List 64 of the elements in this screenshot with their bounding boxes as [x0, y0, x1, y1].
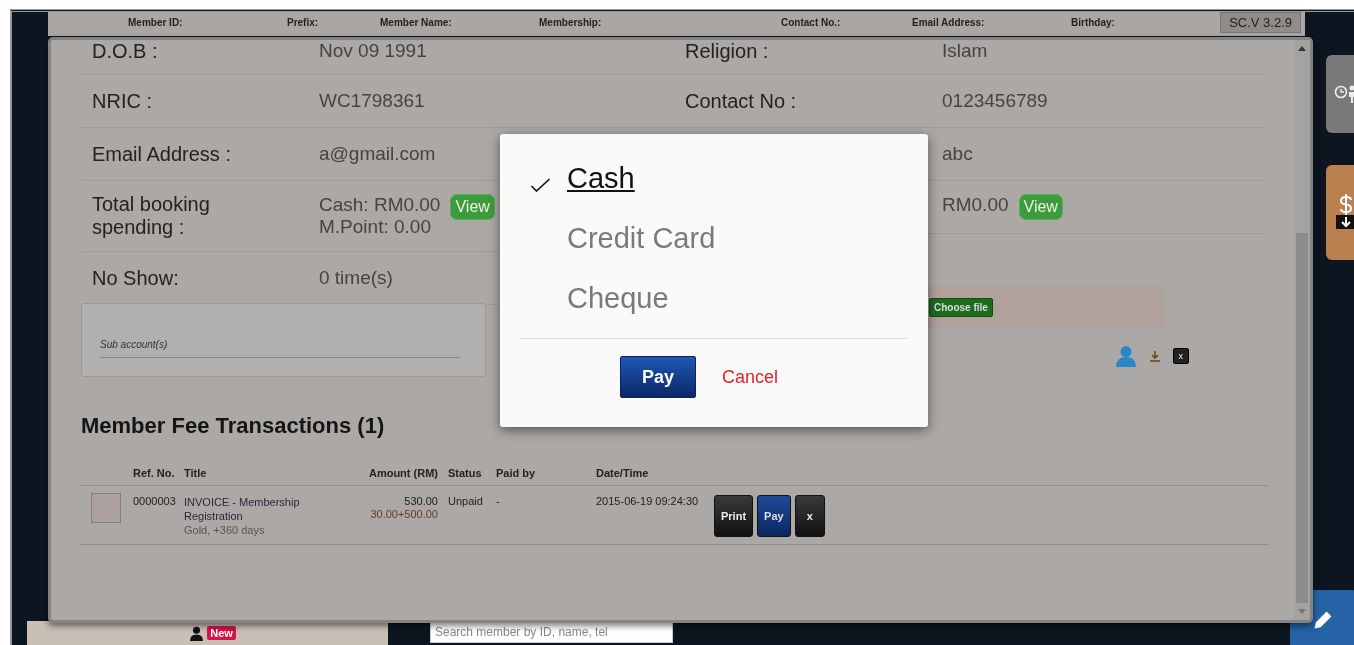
column-header: Date/Time — [595, 467, 650, 479]
clock-person-icon — [1334, 84, 1354, 104]
table-cell-text: - — [495, 495, 501, 509]
column-header: Paid by — [495, 467, 537, 479]
field-value: 0 time(s) — [319, 267, 393, 289]
payment-option[interactable]: Cash — [567, 162, 635, 194]
section-title: Member Fee Transactions (1) — [81, 413, 386, 439]
column-header: Status — [447, 467, 483, 479]
new-badge[interactable]: New — [207, 626, 236, 640]
payment-option[interactable]: Credit Card — [567, 222, 716, 254]
table-cell-text: 530.00 — [403, 495, 438, 507]
view-button[interactable]: View — [1018, 194, 1063, 220]
delete-button[interactable]: x — [1172, 348, 1189, 364]
column-label: Membership: — [539, 16, 603, 28]
field-label: Religion : — [685, 40, 770, 63]
column-label: Contact No.: — [781, 16, 842, 28]
column-header: Title — [183, 467, 208, 479]
field-label: No Show: — [92, 266, 180, 290]
field-value: RM0.00 — [942, 194, 1009, 216]
field-label: NRIC : — [92, 89, 153, 113]
field-value: Cash: RM0.00 — [319, 194, 441, 216]
field-label: Email Address : — [92, 142, 232, 166]
sub-account-label: Sub account(s) — [100, 339, 460, 358]
field-value: Nov 09 1991 — [319, 40, 427, 62]
row-checkbox[interactable] — [91, 493, 121, 523]
payment-tab[interactable] — [1326, 165, 1354, 260]
column-label: Birthday: — [1071, 16, 1116, 28]
scrollbar[interactable] — [1294, 40, 1310, 620]
column-label: Member Name: — [380, 16, 453, 28]
person-icon[interactable] — [189, 625, 205, 641]
field-value: M.Point: 0.00 — [319, 216, 432, 238]
cancel-button[interactable]: Cancel — [722, 366, 778, 388]
scroll-up-icon[interactable] — [1298, 46, 1306, 51]
column-header: Amount (RM) — [367, 467, 439, 479]
field-value: WC1798361 — [319, 90, 425, 112]
version-badge: SC.V 3.2.9 — [1220, 12, 1301, 33]
table-cell-text: 0000003 — [132, 495, 177, 509]
checkmark-icon — [530, 178, 551, 192]
clock-tab[interactable] — [1326, 55, 1354, 133]
field-value: 0123456789 — [942, 90, 1048, 112]
print-button[interactable]: Print — [714, 495, 754, 537]
pay-button[interactable]: Pay — [757, 495, 791, 537]
column-label: Prefix: — [287, 16, 320, 28]
field-value: Islam — [942, 40, 988, 62]
field-value: abc — [942, 143, 973, 165]
table-cell-text: Unpaid — [447, 495, 484, 509]
choose-file-button[interactable]: Choose file — [929, 297, 993, 317]
delete-button[interactable]: x — [794, 495, 825, 537]
table-cell-text: Gold, +360 days — [184, 523, 266, 537]
table-cell-text: 2015-06-19 09:24:30 — [595, 495, 700, 509]
view-button[interactable]: View — [450, 194, 495, 220]
table-cell-text: INVOICE - Membership Registration — [184, 495, 301, 523]
field-value: a@gmail.com — [319, 143, 436, 165]
search-field[interactable]: Search member by ID, name, tel — [430, 621, 673, 643]
field-label: Contact No : — [685, 89, 798, 113]
payment-option[interactable]: Cheque — [567, 282, 669, 314]
field-label: D.O.B : — [92, 40, 159, 63]
table-cell-text: 30.00+500.00 — [369, 507, 438, 521]
download-icon[interactable] — [1148, 350, 1161, 362]
column-label: Member ID: — [128, 16, 184, 28]
pay-button[interactable]: Pay — [620, 356, 696, 398]
column-header: Ref. No. — [132, 467, 176, 479]
field-label: Total booking spending : — [92, 193, 211, 239]
column-label: Email Address: — [912, 16, 986, 28]
